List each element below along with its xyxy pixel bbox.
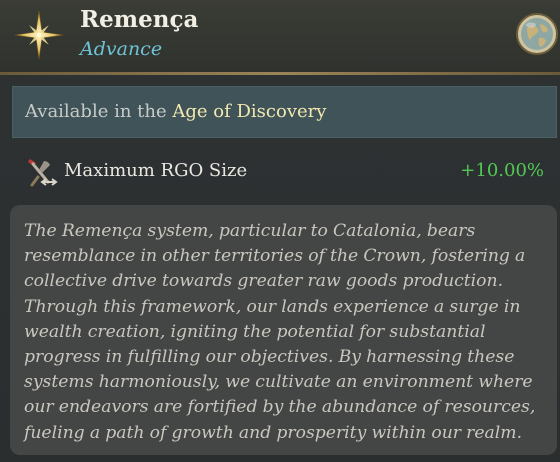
rgo-tools-icon [28, 159, 58, 187]
description-box: The Remença system, particular to Catalo… [10, 205, 557, 455]
globe-icon [516, 13, 558, 55]
modifier-value: +10.00% [460, 160, 544, 181]
compass-star-icon [14, 10, 64, 60]
availability-age[interactable]: Age of Discovery [172, 101, 326, 122]
advance-subtitle: Advance [80, 38, 163, 60]
availability-bar: Available in the Age of Discovery [12, 86, 557, 138]
modifier-label: Maximum RGO Size [64, 160, 248, 181]
availability-text: Available in the Age of Discovery [25, 101, 326, 122]
advance-title: Remença [80, 6, 199, 33]
advance-tooltip: Remença Advance Available in the Age of … [0, 0, 560, 462]
availability-prefix: Available in the [25, 101, 167, 122]
header-divider [0, 72, 560, 75]
description-text: The Remença system, particular to Catalo… [24, 221, 536, 443]
tooltip-header: Remença Advance [0, 0, 560, 72]
